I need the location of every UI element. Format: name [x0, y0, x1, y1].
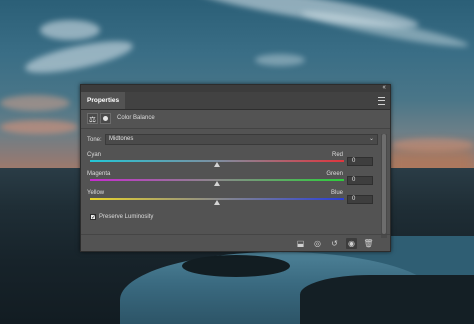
- view-previous-state-icon[interactable]: ◎: [312, 238, 323, 249]
- scrollbar-thumb[interactable]: [382, 134, 386, 234]
- cyan-red-slider-thumb[interactable]: [214, 162, 220, 167]
- layer-mask-icon[interactable]: [100, 113, 111, 124]
- magenta-green-slider-row: Magenta Green 0: [87, 171, 379, 191]
- tab-properties[interactable]: Properties: [81, 92, 126, 109]
- collapse-panel-icon[interactable]: ‹‹: [382, 84, 386, 91]
- tone-label: Tone:: [87, 137, 102, 143]
- preserve-luminosity-label: Preserve Luminosity: [99, 214, 154, 220]
- properties-panel: ‹‹ Properties ⚖ Color Balance Tone: Midt…: [80, 84, 391, 252]
- panel-menu-icon[interactable]: [378, 97, 385, 105]
- clip-to-layer-icon[interactable]: ⬓: [295, 238, 306, 249]
- tab-bar: Properties: [81, 92, 390, 110]
- cloud: [255, 54, 305, 66]
- panel-scrollbar[interactable]: [381, 134, 387, 238]
- yellow-blue-slider-thumb[interactable]: [214, 200, 220, 205]
- color-balance-icon[interactable]: ⚖: [87, 113, 98, 124]
- slider-right-label: Green: [326, 171, 343, 177]
- yellow-blue-slider-row: Yellow Blue 0: [87, 190, 379, 210]
- reset-icon[interactable]: ↺: [329, 238, 340, 249]
- magenta-green-value-field[interactable]: 0: [347, 176, 373, 185]
- visibility-icon[interactable]: ◉: [346, 238, 357, 249]
- slider-left-label: Yellow: [87, 190, 105, 196]
- adjustment-title: Color Balance: [117, 115, 155, 121]
- panel-footer: ⬓ ◎ ↺ ◉ 🗑: [81, 234, 390, 252]
- tone-dropdown-value: Midtones: [109, 136, 134, 142]
- slider-right-label: Red: [331, 152, 343, 158]
- cloud: [0, 120, 78, 134]
- island: [182, 255, 290, 277]
- cyan-red-value-field[interactable]: 0: [347, 157, 373, 166]
- panel-top-strip: ‹‹: [81, 84, 390, 92]
- chevron-down-icon: ⌄: [368, 136, 374, 142]
- yellow-blue-value-field[interactable]: 0: [347, 195, 373, 204]
- magenta-green-slider-thumb[interactable]: [214, 181, 220, 186]
- slider-left-label: Cyan: [87, 152, 102, 158]
- slider-left-label: Magenta: [87, 171, 111, 177]
- cyan-red-slider-row: Cyan Red 0: [87, 152, 379, 172]
- adjustment-header: ⚖ Color Balance: [81, 110, 390, 129]
- shoreline: [300, 275, 474, 324]
- cloud: [0, 95, 70, 111]
- slider-right-label: Blue: [330, 190, 343, 196]
- delete-icon[interactable]: 🗑: [363, 238, 374, 249]
- tone-dropdown[interactable]: Midtones ⌄: [105, 134, 378, 145]
- cloud: [40, 20, 100, 40]
- preserve-luminosity-checkbox[interactable]: ✓: [90, 214, 96, 221]
